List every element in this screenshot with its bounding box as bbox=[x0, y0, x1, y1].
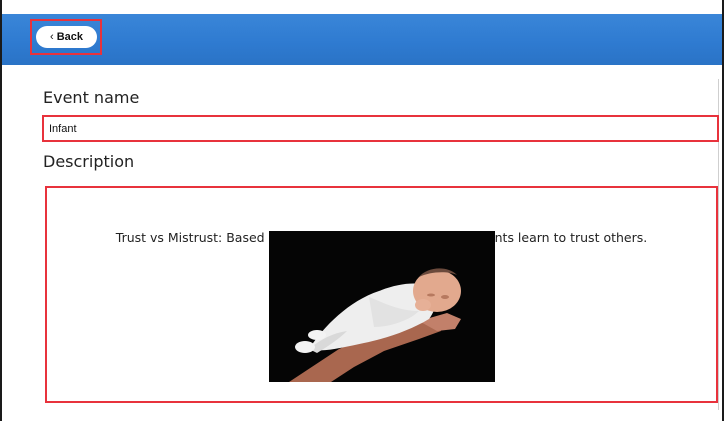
window-frame bbox=[0, 0, 724, 421]
